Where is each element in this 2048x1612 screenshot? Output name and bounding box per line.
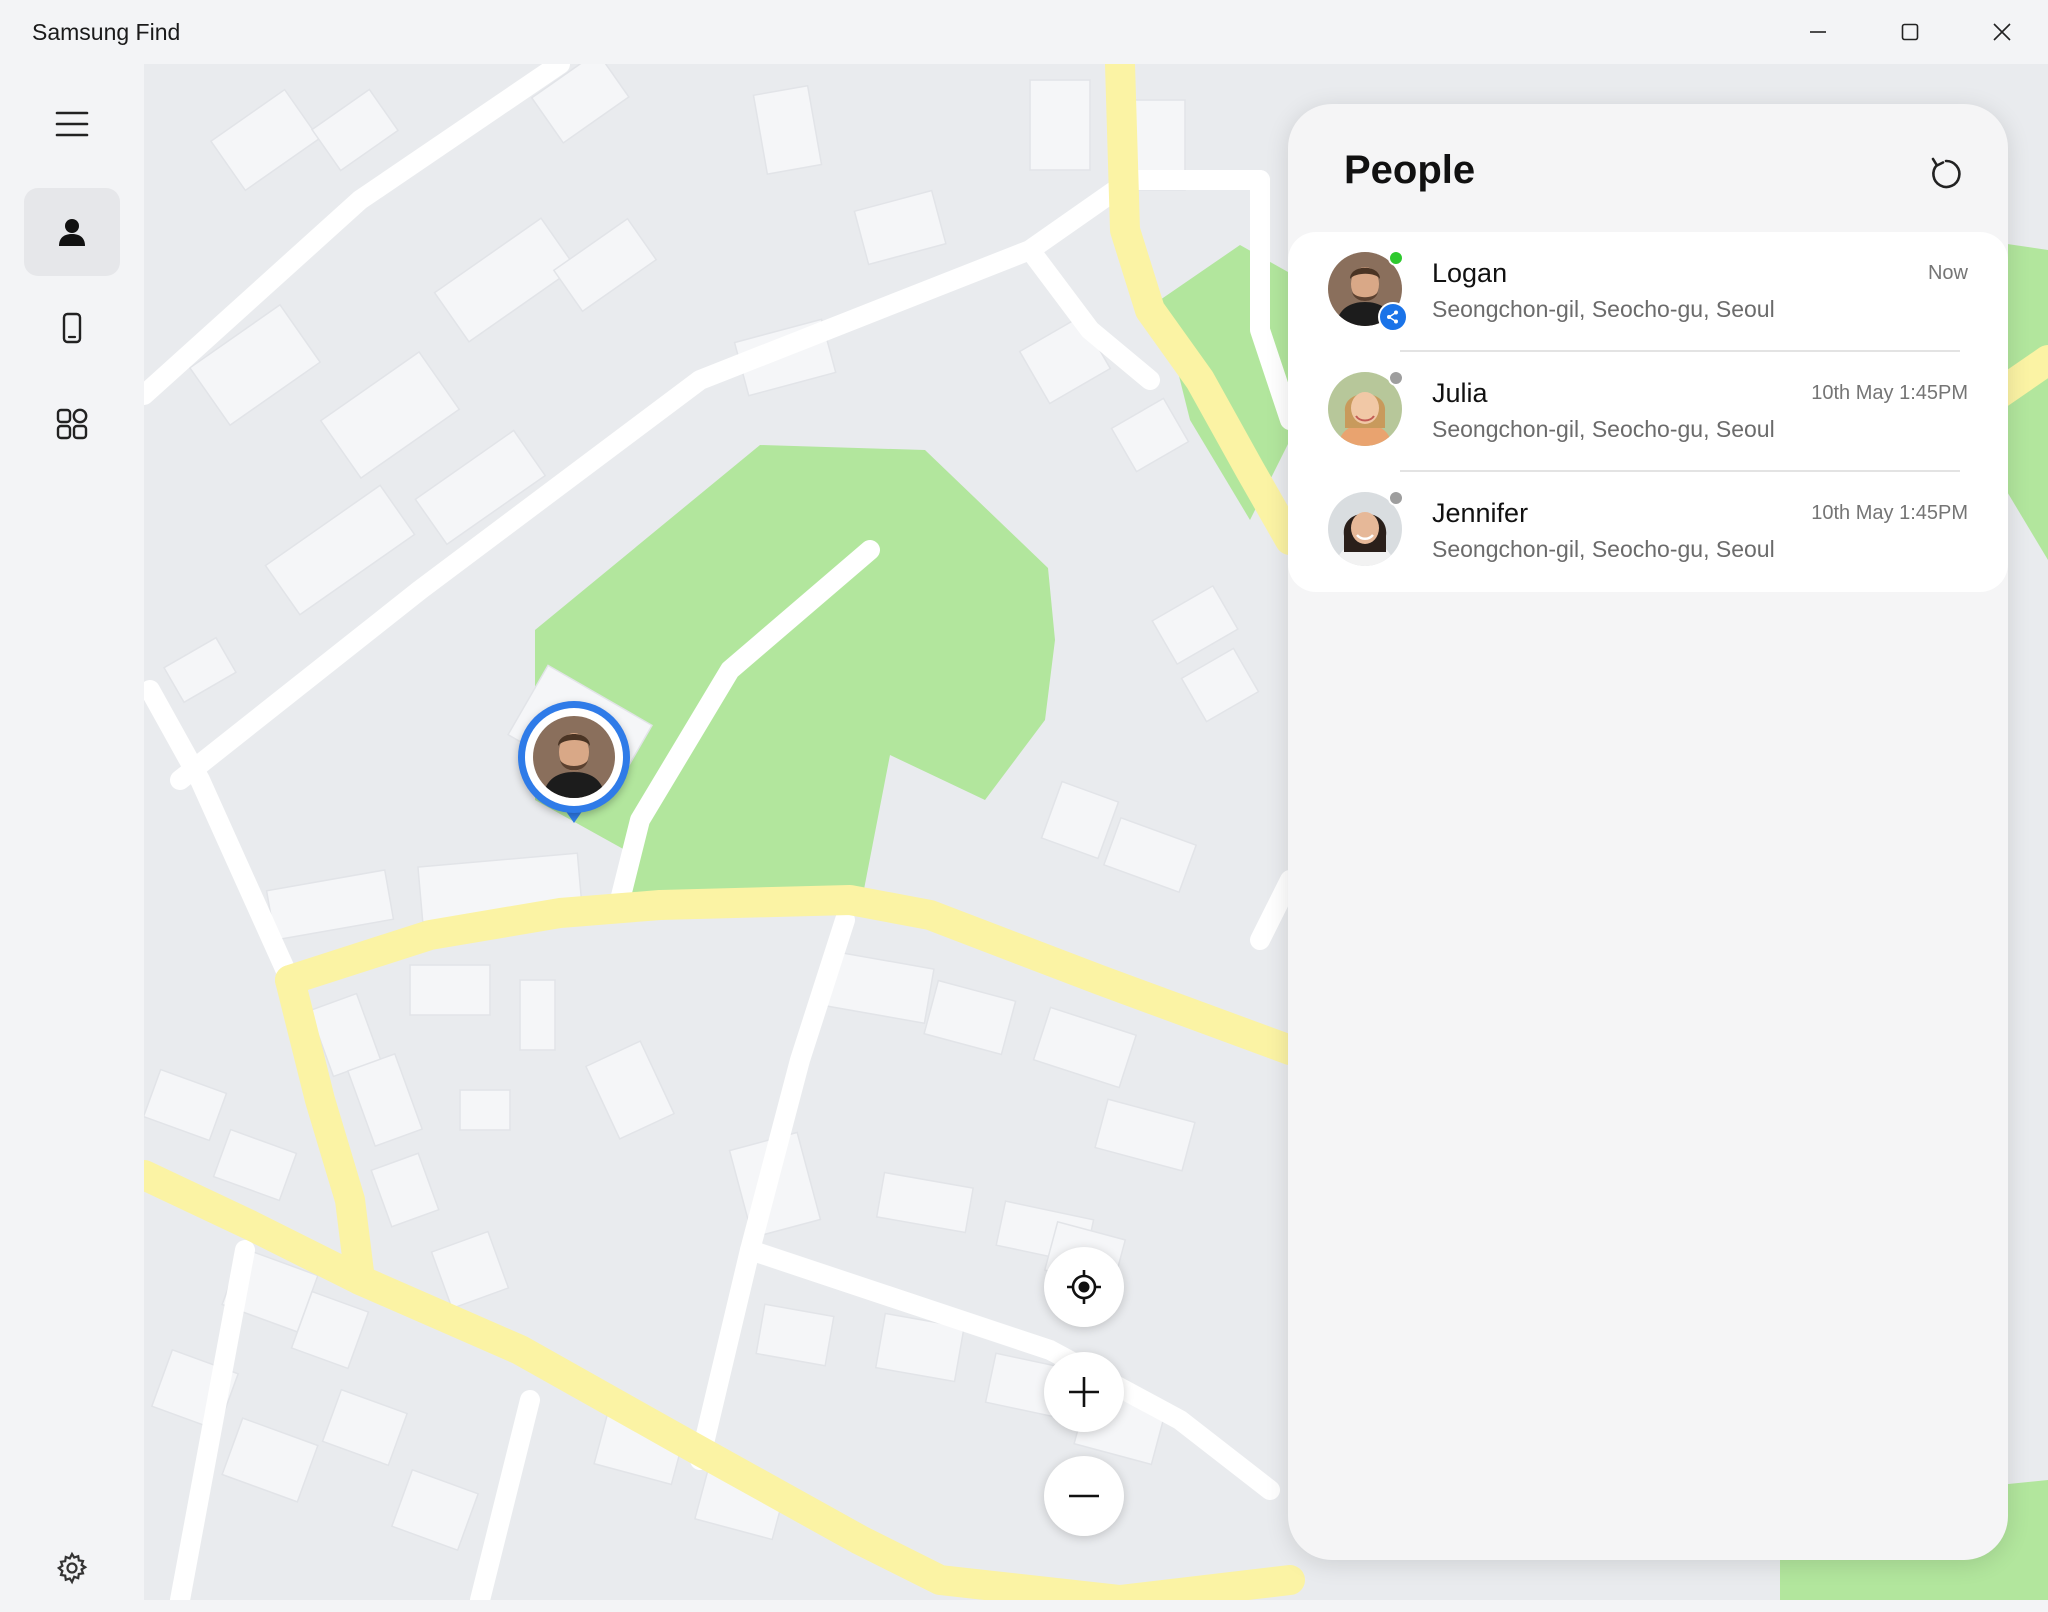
person-address: Seongchon-gil, Seocho-gu, Seoul <box>1432 416 1775 442</box>
person-item-julia[interactable]: Julia Seongchon-gil, Seocho-gu, Seoul 10… <box>1288 352 2008 472</box>
gear-icon <box>56 1551 88 1585</box>
zoom-out-button[interactable] <box>1044 1456 1124 1536</box>
phone-icon <box>62 312 82 344</box>
menu-button[interactable] <box>24 80 120 168</box>
my-location-button[interactable] <box>1044 1247 1124 1327</box>
minimize-button[interactable] <box>1772 0 1864 64</box>
app-title: Samsung Find <box>32 18 181 45</box>
window-controls <box>1772 0 2048 64</box>
online-status-dot <box>1388 250 1404 266</box>
refresh-icon <box>1931 157 1961 189</box>
title-bar: Samsung Find <box>0 0 2048 64</box>
nav-devices[interactable] <box>24 284 120 372</box>
zoom-out-icon <box>1069 1494 1099 1498</box>
location-marker[interactable] <box>518 701 630 837</box>
marker-avatar <box>533 716 615 798</box>
nav-items[interactable] <box>24 380 120 468</box>
maximize-button[interactable] <box>1864 0 1956 64</box>
close-icon <box>1993 23 2011 41</box>
sharing-badge <box>1378 302 1408 332</box>
person-address: Seongchon-gil, Seocho-gu, Seoul <box>1432 536 1775 562</box>
offline-status-dot <box>1388 490 1404 506</box>
offline-status-dot <box>1388 370 1404 386</box>
person-name: Julia <box>1432 378 1488 408</box>
person-time: Now <box>1927 262 1968 284</box>
my-location-icon <box>1067 1270 1101 1304</box>
nav-people[interactable] <box>24 188 120 276</box>
zoom-in-icon <box>1069 1377 1099 1407</box>
close-button[interactable] <box>1956 0 2048 64</box>
person-item-logan[interactable]: Logan Seongchon-gil, Seocho-gu, Seoul No… <box>1288 232 2008 352</box>
settings-button[interactable] <box>24 1524 120 1612</box>
person-item-jennifer[interactable]: Jennifer Seongchon-gil, Seocho-gu, Seoul… <box>1288 472 2008 592</box>
share-icon <box>1387 310 1398 324</box>
person-address: Seongchon-gil, Seocho-gu, Seoul <box>1432 296 1775 322</box>
person-name: Jennifer <box>1432 498 1529 528</box>
person-time: 10th May 1:45PM <box>1811 502 1968 524</box>
grid-icon <box>56 408 88 440</box>
minimize-icon <box>1810 31 1826 33</box>
person-time: 10th May 1:45PM <box>1811 382 1968 404</box>
person-icon <box>59 219 85 246</box>
maximize-icon <box>1901 23 1919 41</box>
refresh-button[interactable] <box>1918 146 1974 202</box>
navigation-rail <box>0 64 144 1600</box>
zoom-in-button[interactable] <box>1044 1352 1124 1432</box>
person-name: Logan <box>1432 258 1508 288</box>
panel-title: People <box>1344 148 1476 192</box>
people-panel: People Logan Seongchon-gil, Seocho-gu, S… <box>1288 104 2008 1560</box>
people-list: Logan Seongchon-gil, Seocho-gu, Seoul No… <box>1288 232 2008 592</box>
hamburger-icon <box>55 111 89 137</box>
